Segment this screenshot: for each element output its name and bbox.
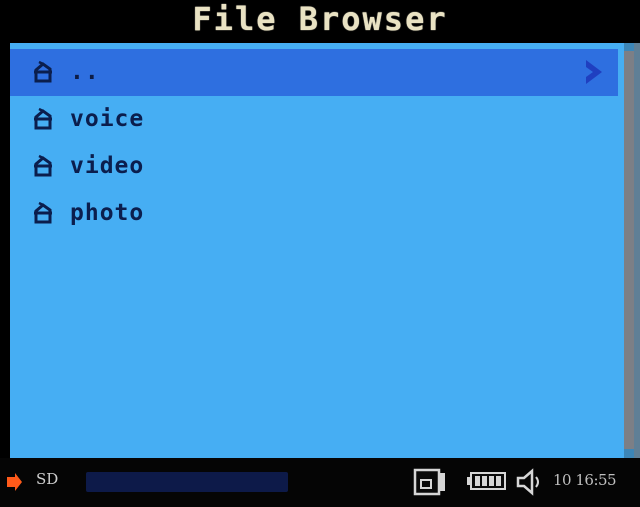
speaker-icon bbox=[516, 468, 539, 496]
file-list: .. voice video photo bbox=[10, 49, 618, 237]
status-bar: SD 10 16:55 bbox=[0, 458, 640, 507]
list-item-label: voice bbox=[70, 106, 145, 132]
folder-icon bbox=[34, 201, 52, 223]
folder-icon bbox=[34, 154, 52, 176]
clock: 10 16:55 bbox=[553, 471, 617, 489]
card-icon bbox=[413, 468, 445, 496]
scrollbar-thumb[interactable] bbox=[624, 51, 634, 449]
chevron-right-icon[interactable] bbox=[580, 57, 608, 87]
window-title: File Browser bbox=[192, 0, 448, 38]
list-item-video[interactable]: video bbox=[10, 143, 618, 190]
progress-bar bbox=[86, 472, 288, 492]
list-item-label: video bbox=[70, 153, 145, 179]
storage-label: SD bbox=[36, 470, 59, 488]
folder-icon bbox=[34, 107, 52, 129]
list-item-voice[interactable]: voice bbox=[10, 96, 618, 143]
screen: File Browser .. voice video photo SD 10 … bbox=[0, 0, 640, 507]
battery-icon bbox=[467, 472, 506, 490]
screen-edge bbox=[634, 43, 640, 458]
folder-up-icon bbox=[34, 60, 52, 82]
list-item-parent[interactable]: .. bbox=[10, 49, 618, 96]
title-bar: File Browser bbox=[0, 0, 640, 43]
list-item-label: .. bbox=[70, 59, 100, 85]
scrollbar[interactable] bbox=[624, 43, 634, 458]
list-item-photo[interactable]: photo bbox=[10, 190, 618, 237]
list-item-label: photo bbox=[70, 200, 145, 226]
play-arrow-icon bbox=[7, 473, 22, 491]
